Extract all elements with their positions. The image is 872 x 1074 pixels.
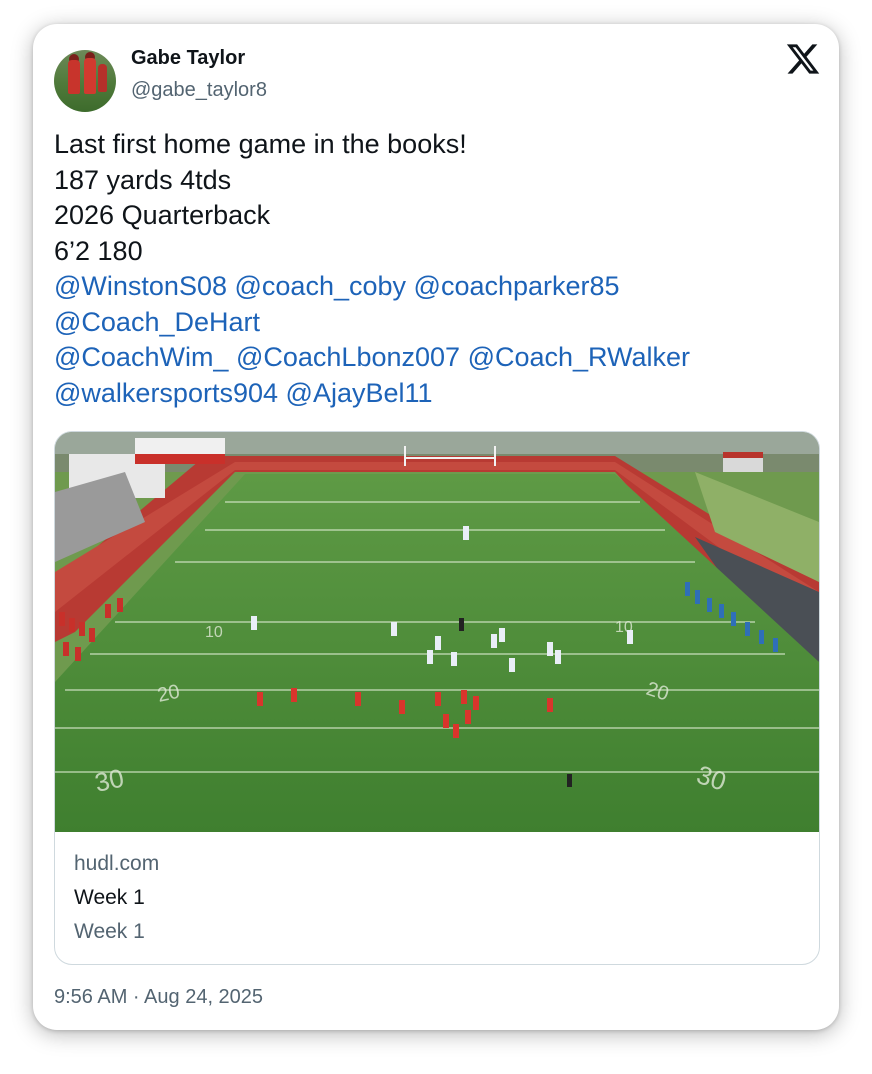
tweet-line: Last first home game in the books! [54,129,467,159]
mention-link[interactable]: @Coach_DeHart [54,307,260,337]
mention-line: @WinstonS08 @coach_coby @coachparker85 [54,269,824,305]
field-number: 10 [205,624,223,641]
tweet-line: 187 yards 4tds [54,164,232,195]
mention-line: @CoachWim_ @CoachLbonz007 @Coach_RWalker [54,340,824,376]
tweet-line: 6’2 180 [54,235,143,266]
tweet-card: Gabe Taylor @gabe_taylor8 Last first hom… [33,24,839,1030]
mention-link[interactable]: @AjayBel11 [286,378,433,408]
mention-link[interactable]: @walkersports904 [54,378,278,408]
mention-link[interactable]: @coachparker85 [414,271,620,301]
mention-link[interactable]: @WinstonS08 [54,271,227,301]
mention-link[interactable]: @Coach_RWalker [468,342,691,372]
link-domain[interactable]: hudl.com [74,852,159,876]
timestamp[interactable]: 9:56 AM · Aug 24, 2025 [54,986,263,1009]
link-title[interactable]: Week 1 [74,886,145,910]
mention-link[interactable]: @CoachWim_ [54,342,228,372]
x-logo-icon[interactable] [785,41,821,77]
aerial-football-field-photo[interactable]: 30 30 20 20 10 10 [55,432,819,832]
field-number: 20 [155,681,181,707]
field-number: 30 [92,763,127,798]
mention-link[interactable]: @coach_coby [235,271,407,301]
mention-line: @Coach_DeHart [54,305,824,341]
display-name[interactable]: Gabe Taylor [131,47,245,70]
tweet-text: Last first home game in the books! 187 y… [54,127,824,411]
mention-link[interactable]: @CoachLbonz007 [236,342,460,372]
avatar[interactable] [54,50,116,112]
tweet-line: 2026 Quarterback [54,200,271,230]
user-handle[interactable]: @gabe_taylor8 [131,79,267,102]
link-description: Week 1 [74,920,145,943]
mention-line: @walkersports904 @AjayBel11 [54,376,824,412]
link-card[interactable]: 30 30 20 20 10 10 hudl.com Week 1 Week 1 [54,431,820,965]
